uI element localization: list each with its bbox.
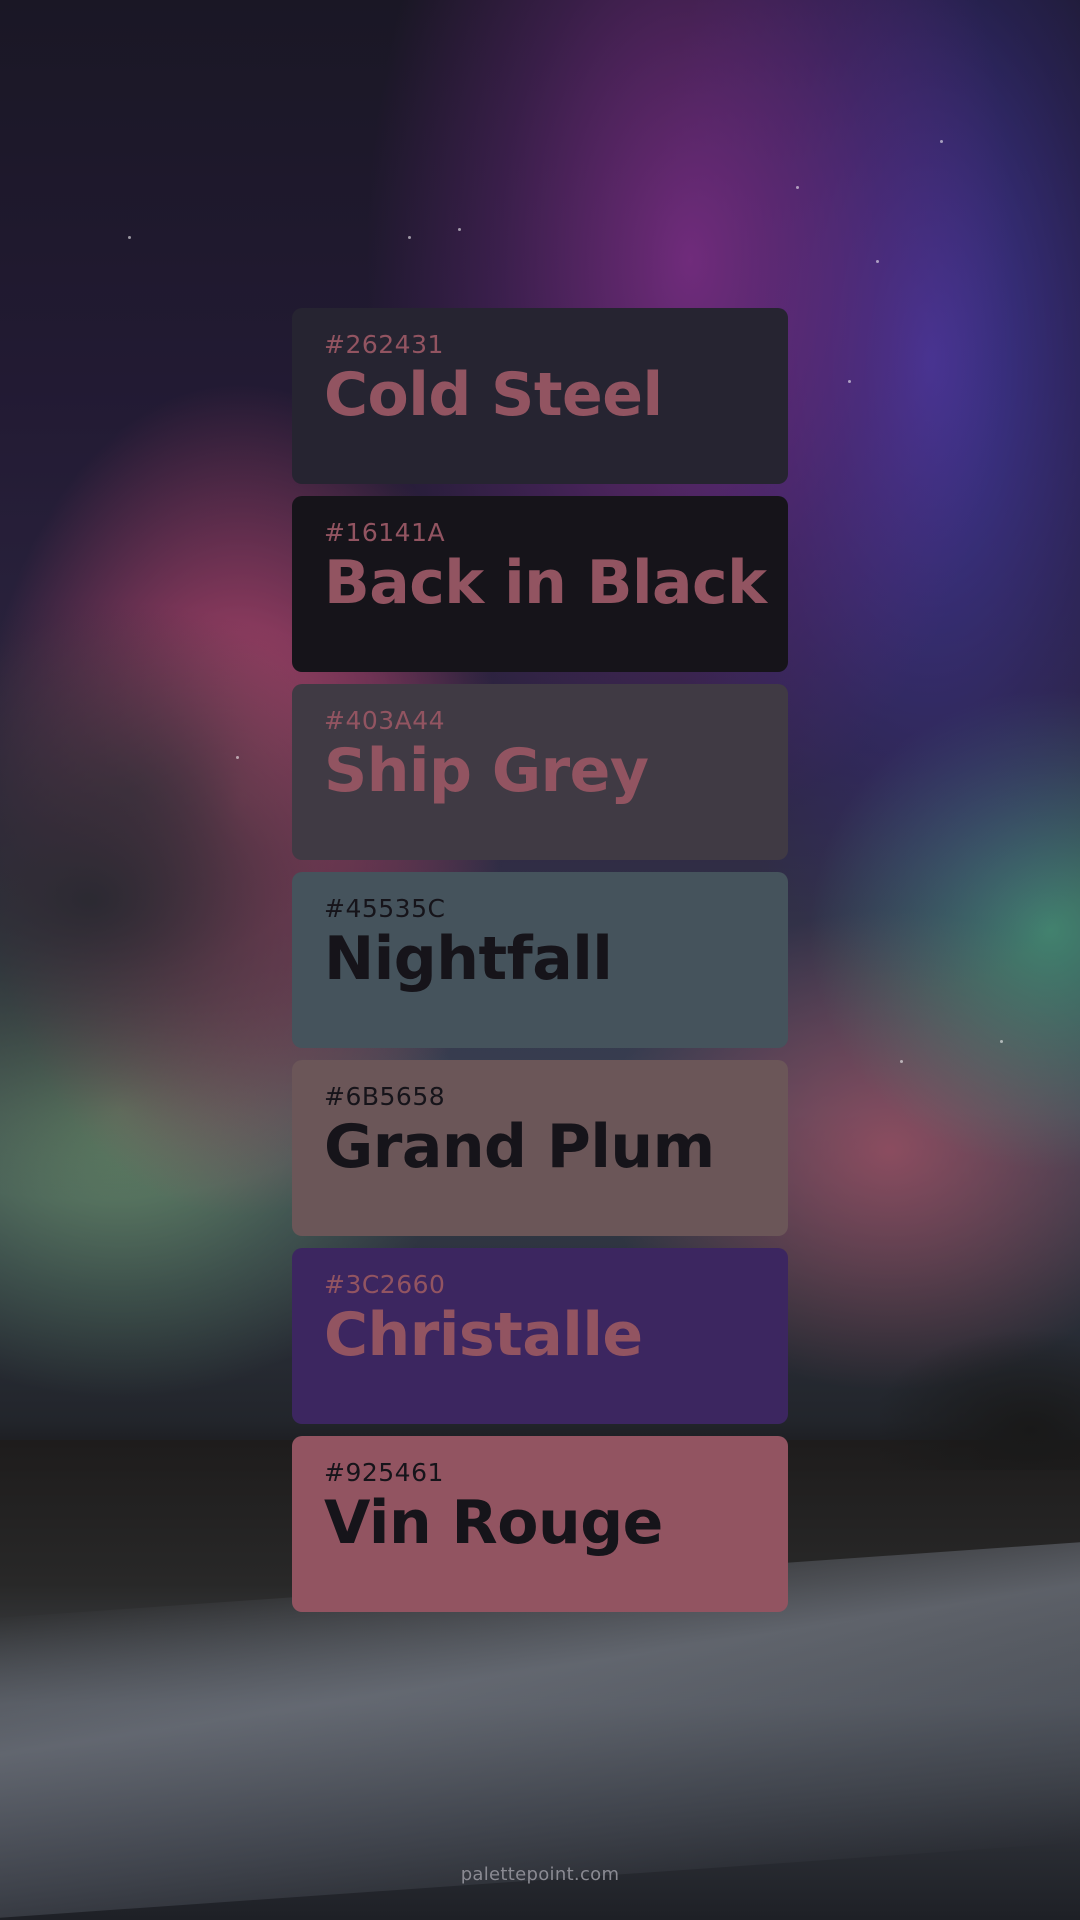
swatch-hex: #3C2660 xyxy=(324,1270,446,1299)
swatch-name: Grand Plum xyxy=(324,1112,715,1182)
swatch-cold-steel[interactable]: #262431 Cold Steel xyxy=(292,308,788,484)
palette-page: #262431 Cold Steel #16141A Back in Black… xyxy=(0,0,1080,1920)
swatch-hex: #925461 xyxy=(324,1458,444,1487)
swatch-christalle[interactable]: #3C2660 Christalle xyxy=(292,1248,788,1424)
swatch-name: Ship Grey xyxy=(324,736,649,806)
swatch-hex: #45535C xyxy=(324,894,446,923)
footer-site-link[interactable]: palettepoint.com xyxy=(0,1864,1080,1885)
swatch-name: Back in Black xyxy=(324,548,767,618)
swatch-grand-plum[interactable]: #6B5658 Grand Plum xyxy=(292,1060,788,1236)
tree-silhouette xyxy=(880,1310,1080,1470)
swatch-back-in-black[interactable]: #16141A Back in Black xyxy=(292,496,788,672)
color-palette: #262431 Cold Steel #16141A Back in Black… xyxy=(292,308,788,1624)
swatch-nightfall[interactable]: #45535C Nightfall xyxy=(292,872,788,1048)
swatch-name: Nightfall xyxy=(324,924,613,994)
swatch-name: Christalle xyxy=(324,1300,643,1370)
swatch-ship-grey[interactable]: #403A44 Ship Grey xyxy=(292,684,788,860)
swatch-hex: #16141A xyxy=(324,518,446,547)
swatch-hex: #6B5658 xyxy=(324,1082,446,1111)
swatch-name: Cold Steel xyxy=(324,360,663,430)
swatch-vin-rouge[interactable]: #925461 Vin Rouge xyxy=(292,1436,788,1612)
swatch-name: Vin Rouge xyxy=(324,1488,663,1558)
swatch-hex: #403A44 xyxy=(324,706,446,735)
swatch-hex: #262431 xyxy=(324,330,444,359)
